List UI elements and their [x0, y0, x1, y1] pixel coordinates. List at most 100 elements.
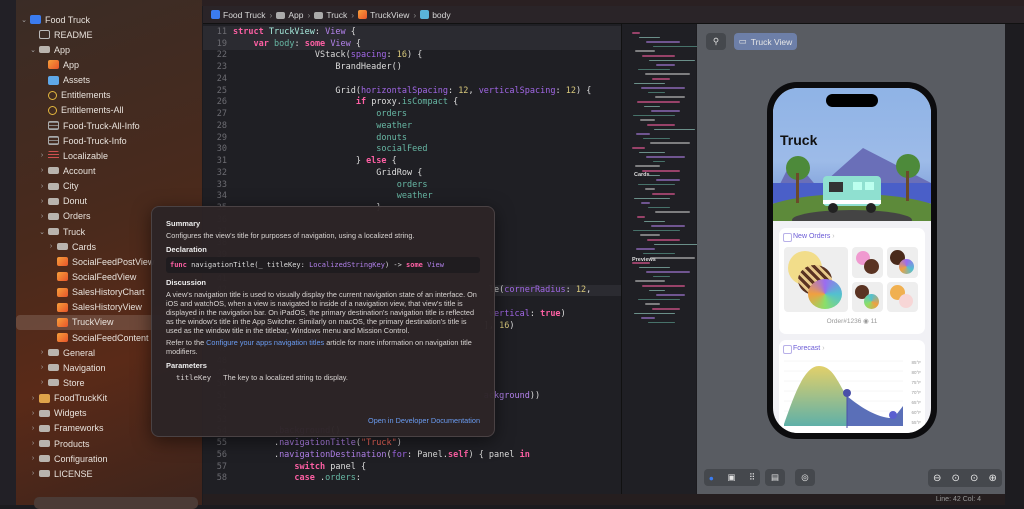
code-line[interactable]: 24	[203, 73, 621, 85]
disclosure-open-icon[interactable]: ⌄	[20, 16, 28, 24]
minimap-section-cards[interactable]: Cards	[634, 172, 650, 178]
navigator-item-app[interactable]: ⌄ App	[16, 42, 202, 57]
disclosure-closed-icon[interactable]: ›	[38, 198, 46, 205]
disclosure-closed-icon[interactable]: ›	[38, 364, 46, 371]
disclosure-closed-icon[interactable]: ›	[38, 152, 46, 159]
code-token: navigationTitle	[279, 438, 356, 449]
navigator-item-configuration[interactable]: › Configuration	[16, 451, 202, 466]
navigator-item-account[interactable]: › Account	[16, 163, 202, 178]
live-preview-icon[interactable]: ●	[709, 473, 714, 483]
folder-icon	[48, 212, 59, 220]
minimap-line	[635, 50, 655, 52]
breadcrumb-item-truck[interactable]: Truck	[314, 10, 347, 20]
disclosure-closed-icon[interactable]: ›	[29, 425, 37, 432]
breadcrumb-item-truckview[interactable]: TruckView	[358, 9, 409, 20]
code-line[interactable]: 34 weather	[203, 191, 621, 203]
zoom-in-icon[interactable]: ⊕	[989, 473, 997, 484]
navigator-item-food-truck-all-info[interactable]: Food-Truck-All-Info	[16, 118, 202, 133]
navigator-item-food truck[interactable]: ⌄ Food Truck	[16, 12, 202, 27]
preview-device-button[interactable]: ◎	[795, 469, 815, 486]
breadcrumb-item-app[interactable]: App	[276, 10, 304, 20]
navigator-item-city[interactable]: › City	[16, 179, 202, 194]
minimap-line	[655, 211, 690, 213]
code-line[interactable]: 22 VStack(spacing: 16) {	[203, 50, 621, 62]
minimap[interactable]: Cards Previews	[621, 24, 700, 494]
forecast-title[interactable]: Forecast ›	[779, 340, 925, 354]
code-line[interactable]: 27 orders	[203, 108, 621, 120]
pin-icon: ⚲	[712, 36, 720, 46]
code-line[interactable]: 19 var body: some View {	[203, 37, 621, 50]
code-line[interactable]: 55 .navigationTitle("Truck")	[203, 437, 621, 449]
axis-tick-label: 70°F	[911, 390, 921, 395]
open-developer-docs-link[interactable]: Open in Developer Documentation	[368, 416, 480, 425]
breadcrumb-item-body[interactable]: body	[420, 9, 451, 20]
code-line[interactable]: 11 struct TruckView: View {	[203, 26, 621, 38]
zoom-out-icon[interactable]: ⊖	[933, 473, 941, 484]
code-line[interactable]: 58 case .orders:	[203, 473, 621, 485]
refer-text: Refer to the Configure your apps navigat…	[166, 338, 472, 356]
code-line[interactable]: 33 orders	[203, 179, 621, 191]
disclosure-closed-icon[interactable]: ›	[38, 379, 46, 386]
swift-file-icon	[57, 257, 68, 267]
code-token: switch	[294, 461, 326, 472]
minimap-line	[636, 133, 650, 135]
zoom-actual-icon[interactable]: ⊙	[970, 473, 978, 484]
navigator-item-readme[interactable]: README	[16, 27, 202, 42]
line-number: 32	[216, 167, 227, 178]
code-line[interactable]: 23 BrandHeader()	[203, 61, 621, 73]
preview-tab-truck-view[interactable]: ▭ Truck View	[734, 33, 797, 50]
navigator-item-products[interactable]: › Products	[16, 436, 202, 451]
device-settings-button[interactable]: ▤	[765, 469, 785, 486]
code-line[interactable]: 26 if proxy.isCompact {	[203, 97, 621, 109]
code-line[interactable]: 25 Grid(horizontalSpacing: 12, verticalS…	[203, 85, 621, 97]
navigator-item-entitlements-all[interactable]: Entitlements-All	[16, 103, 202, 118]
navigator-item-entitlements[interactable]: Entitlements	[16, 88, 202, 103]
code-token: BrandHeader()	[233, 62, 402, 73]
folder-icon	[39, 470, 50, 478]
code-token: {	[345, 26, 356, 37]
disclosure-closed-icon[interactable]: ›	[38, 213, 46, 220]
code-token: navigationTitle(_ titleKey:	[186, 261, 310, 269]
variants-grid-icon[interactable]: ⠿	[749, 472, 755, 483]
navigator-item-license[interactable]: › LICENSE	[16, 466, 202, 481]
donut-box	[887, 247, 918, 278]
disclosure-closed-icon[interactable]: ›	[29, 440, 37, 447]
forecast-card[interactable]: Forecast › 85°F 80°F 75°F 70°F 65°F 60°F 55°F	[779, 340, 925, 433]
disclosure-closed-icon[interactable]: ›	[29, 455, 37, 462]
discussion-heading: Discussion	[166, 278, 207, 287]
configure-titles-link[interactable]: Configure your apps navigation titles	[206, 338, 324, 347]
line-text: switch panel {	[233, 462, 366, 472]
new-orders-title[interactable]: New Orders ›	[779, 228, 925, 242]
selectable-icon[interactable]: ▣	[727, 472, 735, 483]
minimap-line	[656, 64, 675, 66]
pin-preview-button[interactable]: ⚲	[706, 33, 726, 50]
disclosure-open-icon[interactable]: ⌄	[29, 46, 37, 54]
disclosure-closed-icon[interactable]: ›	[29, 470, 37, 477]
disclosure-closed-icon[interactable]: ›	[38, 183, 46, 190]
line-number: 25	[216, 85, 227, 96]
code-line[interactable]: 31 } else {	[203, 155, 621, 167]
disclosure-open-icon[interactable]: ⌄	[38, 228, 46, 236]
navigator-item-localizable[interactable]: › Localizable	[16, 148, 202, 163]
code-token: "Truck"	[360, 438, 397, 449]
code-line[interactable]: 56 .navigationDestination(for: Panel.sel…	[203, 449, 621, 461]
code-line[interactable]: 32 GridRow {	[203, 167, 621, 179]
phone-preview[interactable]: Truck New Orders › Order#1236 ◉ 11 Forec…	[767, 82, 937, 439]
zoom-to-fit-icon[interactable]: ⊙	[952, 473, 960, 484]
navigator-item-food-truck-info[interactable]: Food-Truck-Info	[16, 133, 202, 148]
folder-icon	[48, 379, 59, 387]
code-line[interactable]: 57 switch panel {	[203, 461, 621, 473]
disclosure-closed-icon[interactable]: ›	[38, 349, 46, 356]
code-line[interactable]: 29 donuts	[203, 132, 621, 144]
code-line[interactable]: 28 weather	[203, 120, 621, 132]
disclosure-closed-icon[interactable]: ›	[29, 395, 37, 402]
breadcrumb-item-project[interactable]: Food Truck	[211, 9, 266, 20]
navigator-item-assets[interactable]: Assets	[16, 73, 202, 88]
new-orders-card[interactable]: New Orders › Order#1236 ◉ 11	[779, 228, 925, 334]
disclosure-closed-icon[interactable]: ›	[29, 410, 37, 417]
code-line[interactable]: 30 socialFeed	[203, 144, 621, 156]
disclosure-closed-icon[interactable]: ›	[47, 243, 55, 250]
navigator-item-app[interactable]: App	[16, 57, 202, 72]
disclosure-closed-icon[interactable]: ›	[38, 167, 46, 174]
filter-input[interactable]	[34, 497, 198, 509]
